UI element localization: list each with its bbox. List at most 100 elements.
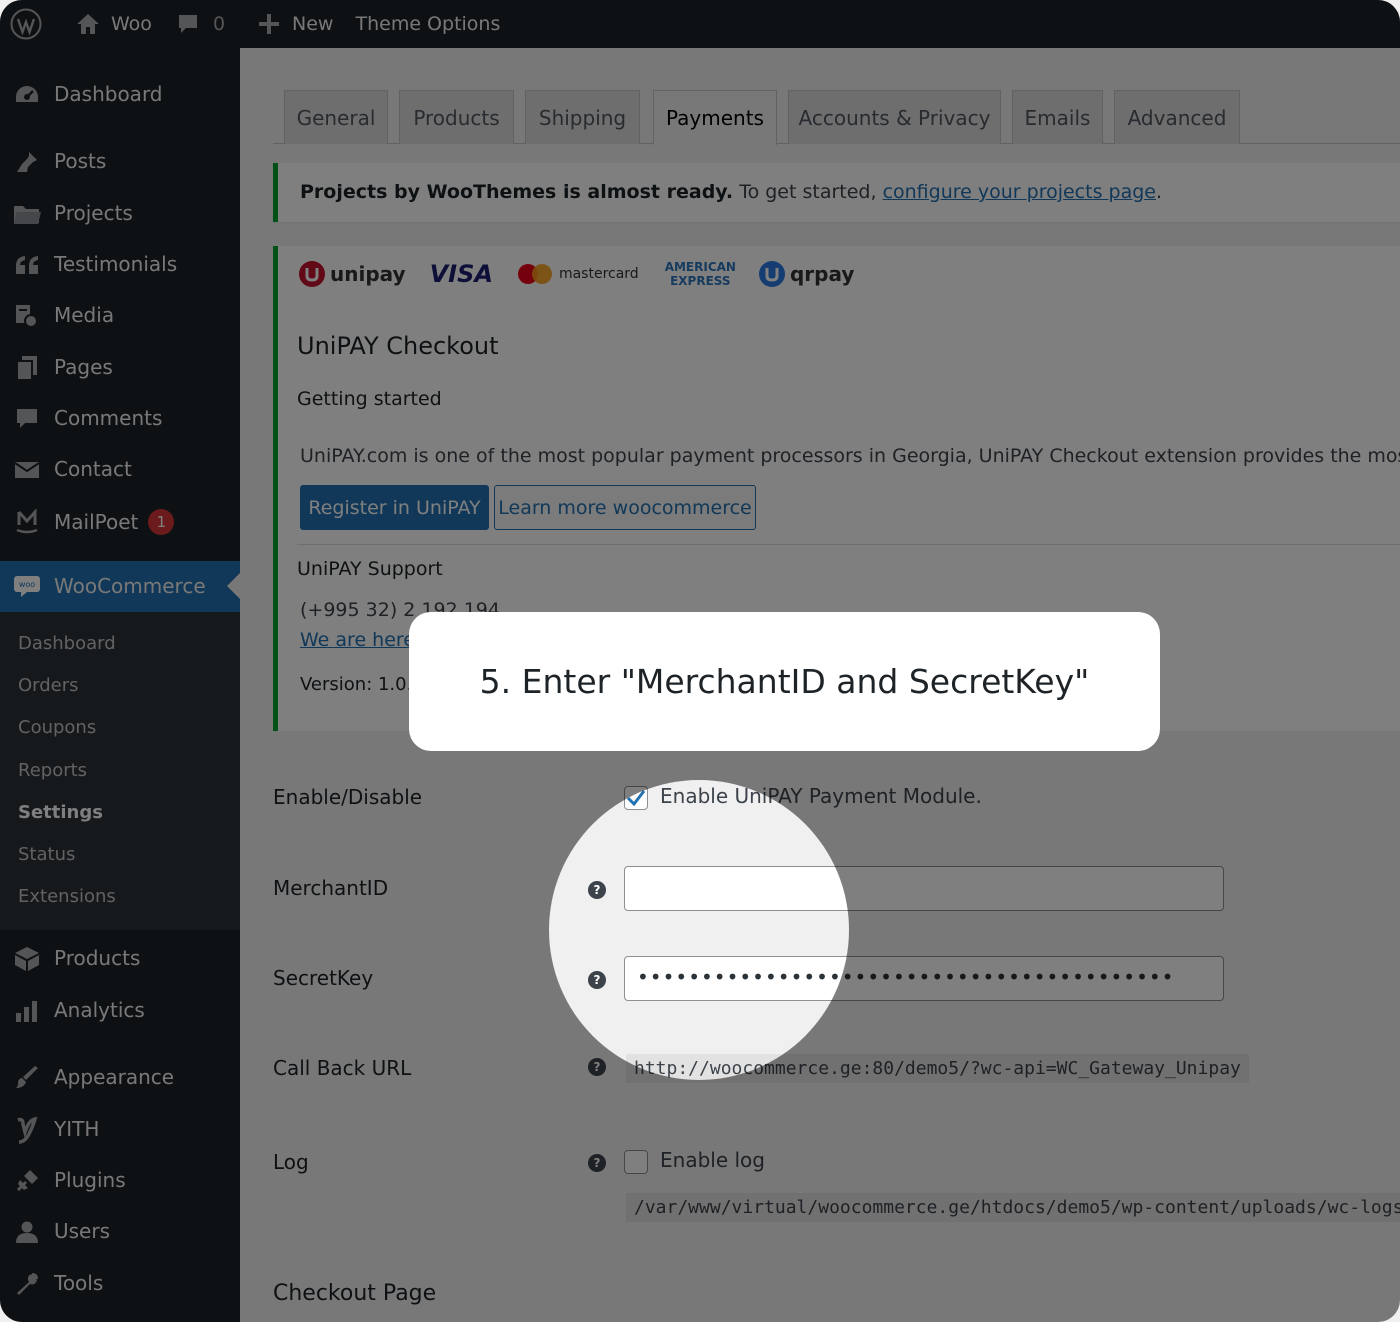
brush-icon (13, 1065, 41, 1091)
help-icon[interactable]: ? (588, 1154, 606, 1172)
screenshot-frame: Woo 0 New Theme Options Dashboard Posts (0, 0, 1400, 1322)
enable-disable-label: Enable/Disable (273, 785, 423, 809)
sidebar-item-comments[interactable]: Comments (0, 396, 240, 440)
comment-icon (13, 406, 41, 432)
tab-accounts-privacy[interactable]: Accounts & Privacy (788, 90, 1001, 144)
sidebar-item-mailpoet[interactable]: MailPoet 1 (0, 499, 240, 543)
support-heading: UniPAY Support (297, 558, 443, 580)
learn-more-button[interactable]: Learn more woocommerce (494, 485, 756, 530)
sidebar-item-label: Projects (54, 201, 133, 225)
tab-payments[interactable]: Payments (653, 90, 777, 145)
enable-log-checkbox[interactable] (624, 1150, 648, 1174)
sidebar-item-products[interactable]: Products (0, 936, 240, 980)
mastercard-logo-text: mastercard (558, 266, 639, 282)
unipay-logo: unipay (298, 260, 406, 288)
notification-badge: 1 (148, 509, 175, 535)
woocommerce-submenu: Dashboard Orders Coupons Reports Setting… (0, 612, 240, 930)
comment-bubble-icon (177, 13, 199, 35)
theme-options-menu[interactable]: Theme Options (344, 0, 511, 48)
enable-checkbox[interactable] (624, 786, 648, 810)
sidebar-item-tools[interactable]: Tools (0, 1261, 240, 1305)
register-unipay-button[interactable]: Register in UniPAY (300, 485, 489, 530)
mastercard-logo: mastercard (517, 263, 639, 285)
sidebar-item-label: Products (54, 946, 141, 970)
notice-end: . (1155, 181, 1163, 203)
site-name-menu[interactable]: Woo (53, 0, 163, 48)
notice-text: To get started, (733, 181, 883, 203)
active-indicator (227, 573, 240, 599)
comments-menu[interactable]: 0 (163, 0, 236, 48)
help-icon[interactable]: ? (588, 881, 606, 899)
merchant-id-input[interactable] (624, 866, 1224, 911)
admin-sidebar: Dashboard Posts Projects Testimonials Me… (0, 48, 240, 1322)
checkmark-icon (626, 790, 646, 807)
panel-divider (297, 544, 1400, 545)
tab-products[interactable]: Products (399, 90, 514, 144)
sidebar-item-label: Posts (54, 149, 107, 173)
submenu-item-reports[interactable]: Reports (18, 760, 87, 781)
configure-projects-link[interactable]: configure your projects page (883, 181, 1156, 203)
qrpay-logo-text: qrpay (789, 262, 855, 286)
sidebar-item-label: MailPoet 1 (54, 509, 175, 535)
envelope-icon (13, 457, 41, 483)
site-name: Woo (111, 13, 152, 35)
sidebar-item-dashboard[interactable]: Dashboard (0, 72, 240, 116)
pin-icon (13, 149, 41, 175)
sidebar-item-woocommerce[interactable]: woo WooCommerce (0, 561, 240, 613)
sidebar-item-analytics[interactable]: Analytics (0, 988, 240, 1032)
quote-icon (13, 252, 41, 278)
sidebar-item-label: Appearance (54, 1065, 175, 1089)
submenu-item-extensions[interactable]: Extensions (18, 886, 116, 907)
folder-icon (13, 201, 41, 227)
sidebar-item-appearance[interactable]: Appearance (0, 1055, 240, 1099)
tab-shipping[interactable]: Shipping (525, 90, 640, 144)
sidebar-item-pages[interactable]: Pages (0, 345, 240, 389)
submenu-item-status[interactable]: Status (18, 844, 75, 865)
pages-icon (13, 355, 41, 381)
panel-title: UniPAY Checkout (297, 332, 499, 360)
sidebar-item-yith[interactable]: YITH (0, 1107, 240, 1151)
submenu-item-orders[interactable]: Orders (18, 675, 79, 696)
submenu-item-dashboard[interactable]: Dashboard (18, 633, 116, 654)
yith-icon (13, 1116, 41, 1144)
wrench-icon (13, 1271, 41, 1297)
sidebar-item-media[interactable]: Media (0, 293, 240, 337)
unipay-logo-text: unipay (330, 262, 406, 286)
user-icon (13, 1219, 41, 1245)
help-icon[interactable]: ? (588, 971, 606, 989)
sidebar-item-testimonials[interactable]: Testimonials (0, 242, 240, 286)
projects-notice: Projects by WooThemes is almost ready. T… (273, 163, 1400, 222)
tab-general[interactable]: General (284, 90, 388, 144)
checkout-page-heading: Checkout Page (273, 1281, 437, 1306)
settings-tabs: General Products Shipping Payments Accou… (273, 90, 1400, 145)
sidebar-item-users[interactable]: Users (0, 1209, 240, 1253)
tab-emails[interactable]: Emails (1012, 90, 1103, 144)
support-link[interactable]: We are here (300, 629, 415, 651)
wordpress-logo[interactable] (0, 0, 53, 48)
theme-options-label: Theme Options (355, 13, 501, 35)
sidebar-item-contact[interactable]: Contact (0, 447, 240, 491)
sidebar-item-label: WooCommerce (54, 574, 206, 598)
new-content-menu[interactable]: New (236, 0, 344, 48)
payment-logos: unipay VISA mastercard AMERICAN EXPRESS … (298, 258, 854, 290)
help-icon[interactable]: ? (588, 1058, 606, 1076)
amex-logo: AMERICAN EXPRESS (665, 260, 736, 288)
version-text: Version: 1.0.4 (300, 674, 424, 695)
media-icon (13, 303, 41, 329)
getting-started-heading: Getting started (297, 388, 442, 410)
mailpoet-label: MailPoet (54, 510, 139, 534)
sidebar-item-label: Users (54, 1219, 111, 1243)
tab-advanced[interactable]: Advanced (1114, 90, 1240, 144)
secret-key-input[interactable]: ••••••••••••••••••••••••••••••••••••••••… (624, 956, 1224, 1001)
sidebar-item-projects[interactable]: Projects (0, 191, 240, 235)
submenu-item-settings[interactable]: Settings (18, 802, 103, 823)
submenu-item-coupons[interactable]: Coupons (18, 717, 96, 738)
plus-icon (258, 13, 280, 35)
sidebar-item-label: Tools (54, 1271, 104, 1295)
instruction-callout: 5. Enter "MerchantID and SecretKey" (409, 612, 1160, 751)
sidebar-item-plugins[interactable]: Plugins (0, 1158, 240, 1202)
amex-line1: AMERICAN (664, 260, 736, 274)
callback-url-value: http://woocommerce.ge:80/demo5/?wc-api=W… (626, 1054, 1249, 1083)
sidebar-item-posts[interactable]: Posts (0, 139, 240, 183)
qrpay-logo: qrpay (758, 260, 854, 288)
